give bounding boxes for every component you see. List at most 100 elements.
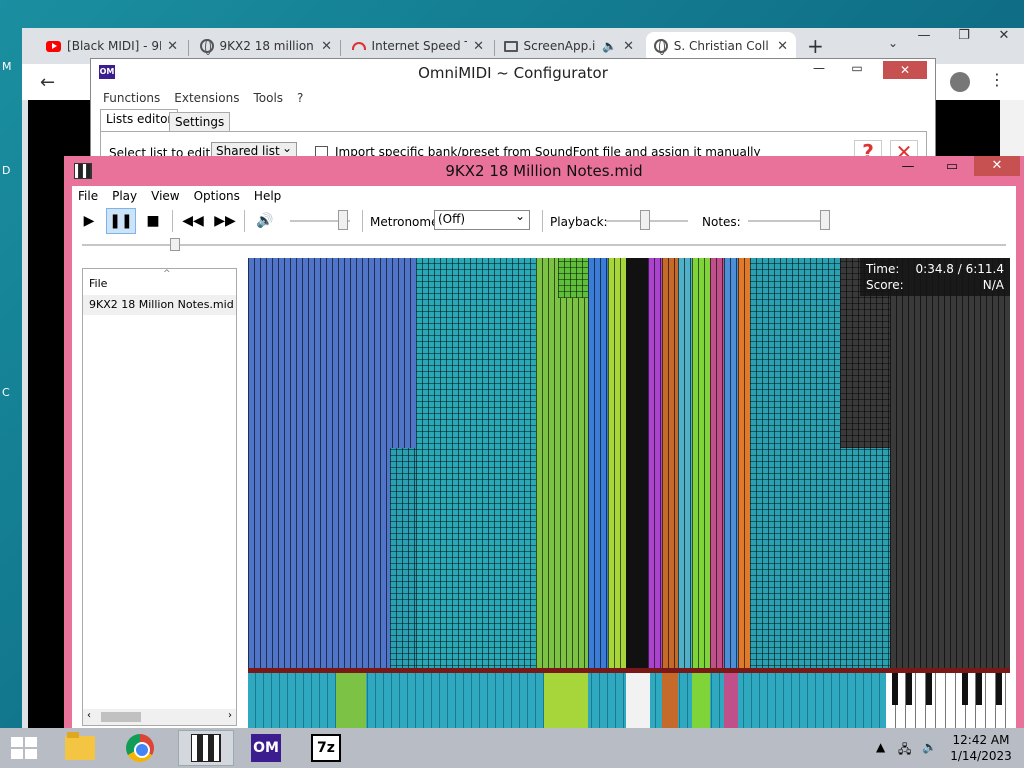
key-highlight [336, 673, 366, 728]
key-highlight [662, 673, 678, 728]
tab-search-chevron-icon[interactable]: ⌄ [888, 36, 898, 50]
scroll-right-icon[interactable]: › [228, 710, 232, 721]
taskbar-file-explorer[interactable] [58, 730, 102, 766]
close-icon[interactable]: ✕ [321, 39, 332, 54]
close-icon[interactable]: ✕ [623, 39, 634, 54]
omnimidi-configurator-window: OM OmniMIDI ~ Configurator — ▭ ✕ Functio… [90, 58, 936, 168]
taskbar-chrome[interactable] [118, 730, 162, 766]
play-button[interactable]: ▶ [74, 208, 104, 234]
close-icon[interactable]: ✕ [883, 61, 927, 79]
close-icon[interactable]: ✕ [473, 39, 484, 54]
scroll-left-icon[interactable]: ‹ [87, 710, 91, 721]
chrome-tab[interactable]: Internet Speed T ✕ [344, 32, 492, 60]
seek-bar[interactable] [82, 244, 1006, 246]
back-arrow-icon[interactable]: ← [40, 72, 55, 93]
sort-caret-icon: ^ [163, 269, 171, 279]
notes-slider[interactable] [748, 220, 830, 222]
start-button[interactable] [2, 730, 46, 766]
playback-slider-thumb[interactable] [640, 210, 650, 230]
note-column [558, 258, 588, 298]
note-column [710, 258, 724, 672]
volume-slider-thumb[interactable] [338, 210, 348, 230]
note-column [390, 448, 416, 672]
minimize-icon[interactable]: — [888, 159, 928, 174]
notes-label: Notes: [702, 215, 741, 229]
note-column [588, 258, 608, 672]
note-column [536, 258, 588, 672]
speed-gauge-icon [352, 42, 366, 50]
time-label: Time: [866, 262, 900, 276]
menu-help[interactable]: Help [254, 189, 281, 203]
maximize-icon[interactable]: ▭ [932, 159, 972, 174]
fast-forward-button[interactable]: ▶▶ [210, 208, 240, 234]
menu-tools[interactable]: Tools [253, 91, 283, 109]
score-label: Score: [866, 278, 904, 292]
list-item[interactable]: 9KX2 18 Million Notes.mid [83, 295, 236, 315]
note-column [890, 258, 1010, 672]
close-icon[interactable]: ✕ [984, 22, 1024, 50]
menu-extensions[interactable]: Extensions [174, 91, 239, 109]
key-highlight [626, 673, 650, 728]
network-icon[interactable]: 🖧 [898, 740, 911, 761]
profile-avatar-icon[interactable] [950, 72, 970, 92]
tab-settings[interactable]: Settings [169, 112, 231, 131]
playback-stats-overlay: Time: 0:34.8 / 6:11.4 Score: N/A [860, 258, 1010, 296]
tab-lists-editor[interactable]: Lists editor [100, 109, 179, 131]
menu-file[interactable]: File [78, 189, 98, 203]
note-visualizer: Time: 0:34.8 / 6:11.4 Score: N/A [248, 258, 1010, 728]
close-icon[interactable]: ✕ [777, 39, 788, 54]
file-list-header[interactable]: File ^ [83, 269, 236, 293]
chrome-tab-active[interactable]: S. Christian Coll ✕ [646, 32, 796, 60]
metronome-select[interactable]: (Off) [434, 209, 530, 230]
note-column [416, 258, 536, 672]
more-menu-icon[interactable]: ⋮ [989, 70, 1005, 89]
taskbar-piano-player[interactable] [178, 730, 234, 766]
windows-logo-icon [11, 737, 37, 759]
minimize-icon[interactable]: — [799, 61, 839, 75]
chrome-tab[interactable]: [Black MIDI] - 9K ✕ [38, 32, 186, 60]
player-menubar: File Play View Options Help [78, 189, 281, 203]
menu-play[interactable]: Play [112, 189, 137, 203]
notes-slider-thumb[interactable] [820, 210, 830, 230]
tab-title: 9KX2 18 million [219, 39, 314, 53]
midi-player-window: 9KX2 18 Million Notes.mid — ▭ ✕ File Pla… [64, 156, 1024, 744]
menu-view[interactable]: View [151, 189, 179, 203]
tray-expand-icon[interactable]: ▲ [876, 740, 885, 754]
close-icon[interactable]: ✕ [167, 39, 178, 54]
system-clock[interactable]: 12:42 AM 1/14/2023 [950, 732, 1012, 764]
desktop-icon-label: C [2, 386, 10, 399]
clock-time: 12:42 AM [952, 733, 1010, 747]
seek-bar-thumb[interactable] [170, 238, 180, 251]
omnimidi-logo-icon: OM [251, 734, 281, 762]
chrome-tab[interactable]: ScreenApp.i 🔈 ✕ [496, 32, 642, 60]
horizontal-scrollbar[interactable]: ‹ › [83, 709, 236, 725]
menu-options[interactable]: Options [194, 189, 240, 203]
note-column [692, 258, 710, 672]
volume-icon[interactable]: 🔊 [922, 740, 937, 754]
maximize-icon[interactable]: ▭ [837, 61, 877, 75]
chrome-window-controls: — ❐ ✕ [904, 22, 1024, 50]
file-list: File ^ 9KX2 18 Million Notes.mid ‹ › [82, 268, 237, 726]
omnimidi-titlebar: OM OmniMIDI ~ Configurator — ▭ ✕ [91, 59, 935, 87]
volume-speaker-icon[interactable]: 🔊 [250, 208, 280, 234]
new-tab-button[interactable]: + [807, 34, 824, 58]
player-titlebar: 9KX2 18 Million Notes.mid — ▭ ✕ [64, 156, 1024, 186]
stop-button[interactable]: ■ [138, 208, 168, 234]
menu-help[interactable]: ? [297, 91, 303, 109]
time-value: 0:34.8 / 6:11.4 [915, 262, 1004, 276]
chrome-tab[interactable]: 9KX2 18 million ✕ [192, 32, 340, 60]
chrome-icon [126, 734, 154, 762]
scrollbar-thumb[interactable] [101, 712, 141, 722]
desktop-icon-label: D [2, 164, 11, 177]
menu-functions[interactable]: Functions [103, 91, 160, 109]
key-highlight [544, 673, 588, 728]
maximize-icon[interactable]: ❐ [944, 22, 984, 50]
note-column [662, 258, 678, 672]
globe-icon [654, 39, 668, 55]
minimize-icon[interactable]: — [904, 22, 944, 50]
close-icon[interactable]: ✕ [974, 156, 1020, 176]
pause-button[interactable]: ❚❚ [106, 208, 136, 234]
taskbar-7zip[interactable]: 7z [304, 730, 348, 766]
taskbar-omnimidi[interactable]: OM [244, 730, 288, 766]
rewind-button[interactable]: ◀◀ [178, 208, 208, 234]
